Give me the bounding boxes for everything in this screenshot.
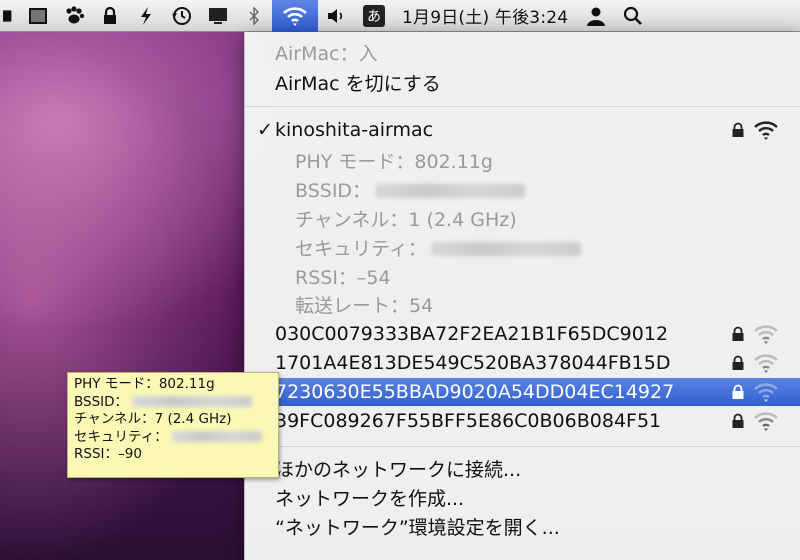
tooltip-rssi: RSSI：–90 bbox=[74, 446, 142, 462]
menu-separator bbox=[245, 446, 800, 447]
network-tooltip: PHY モード：802.11g BSSID： チャンネル：7 (2.4 GHz)… bbox=[67, 372, 279, 478]
redacted-bssid bbox=[132, 396, 253, 407]
volume-icon[interactable] bbox=[318, 0, 354, 32]
join-other-network-item[interactable]: ほかのネットワークに接続... bbox=[245, 454, 800, 482]
wifi-signal-weak-icon bbox=[754, 412, 778, 431]
screen-icon[interactable] bbox=[20, 0, 56, 32]
paw-icon[interactable] bbox=[56, 0, 92, 32]
redacted-security bbox=[430, 242, 581, 256]
network-item[interactable]: 39FC089267F55BFF5E86C0B06B084F51 bbox=[245, 407, 800, 435]
network-phy-mode: PHY モード：802.11g bbox=[295, 150, 493, 173]
time-machine-icon[interactable] bbox=[164, 0, 200, 32]
network-channel: チャンネル：1 (2.4 GHz) bbox=[295, 208, 517, 231]
network-rate: 転送レート：54 bbox=[295, 294, 434, 317]
tooltip-security: セキュリティ： bbox=[74, 429, 272, 447]
network-item-current[interactable]: ✓ kinoshita-airmac bbox=[245, 116, 800, 144]
input-method-label: あ bbox=[363, 4, 385, 27]
network-bssid: BSSID： bbox=[245, 175, 800, 203]
tooltip-channel: チャンネル：7 (2.4 GHz) bbox=[74, 411, 232, 427]
network-item[interactable]: 030C0079333BA72F2EA21B1F65DC9012 bbox=[245, 320, 800, 348]
user-icon[interactable] bbox=[578, 0, 614, 32]
network-item-highlighted[interactable]: 7230630E55BBAD9020A54DD04EC14927 bbox=[245, 378, 800, 406]
menu-separator bbox=[245, 106, 800, 107]
input-method-menu[interactable]: あ bbox=[354, 0, 394, 32]
network-security: セキュリティ： bbox=[245, 233, 800, 261]
lock-icon bbox=[732, 326, 744, 341]
wifi-signal-weak-icon bbox=[754, 325, 778, 344]
lock-icon bbox=[732, 355, 744, 370]
create-network-item[interactable]: ネットワークを作成... bbox=[245, 483, 800, 511]
airmac-menu: AirMac：入 AirMac を切にする ✓ kinoshita-airmac… bbox=[244, 32, 800, 560]
spotlight-search-icon[interactable] bbox=[614, 0, 652, 32]
lock-icon bbox=[732, 122, 744, 137]
airmac-status: AirMac：入 bbox=[275, 42, 378, 65]
wifi-icon[interactable] bbox=[272, 0, 318, 32]
lock-icon bbox=[732, 384, 744, 399]
tooltip-bssid: BSSID： bbox=[74, 394, 272, 412]
lock-icon[interactable] bbox=[92, 0, 128, 32]
open-network-preferences-item[interactable]: “ネットワーク”環境設定を開く... bbox=[245, 512, 800, 540]
wifi-signal-weak-icon bbox=[754, 354, 778, 373]
script-icon[interactable] bbox=[128, 0, 164, 32]
network-item[interactable]: 1701A4E813DE549C520BA378044FB15D bbox=[245, 349, 800, 377]
tooltip-phy-mode: PHY モード：802.11g bbox=[74, 376, 215, 392]
lock-icon bbox=[732, 413, 744, 428]
menu-bar: あ 1月9日(土) 午後3:24 bbox=[0, 0, 800, 32]
checkmark-icon: ✓ bbox=[257, 119, 273, 141]
wifi-signal-weak-icon bbox=[754, 383, 778, 402]
black-square-icon[interactable] bbox=[0, 0, 20, 32]
wifi-signal-icon bbox=[754, 121, 778, 140]
redacted-bssid bbox=[375, 184, 526, 198]
display-icon[interactable] bbox=[200, 0, 236, 32]
bluetooth-icon[interactable] bbox=[236, 0, 272, 32]
redacted-security bbox=[171, 431, 262, 442]
airmac-toggle-item[interactable]: AirMac を切にする bbox=[245, 68, 800, 96]
network-rssi: RSSI：–54 bbox=[295, 266, 391, 289]
clock[interactable]: 1月9日(土) 午後3:24 bbox=[394, 0, 578, 32]
